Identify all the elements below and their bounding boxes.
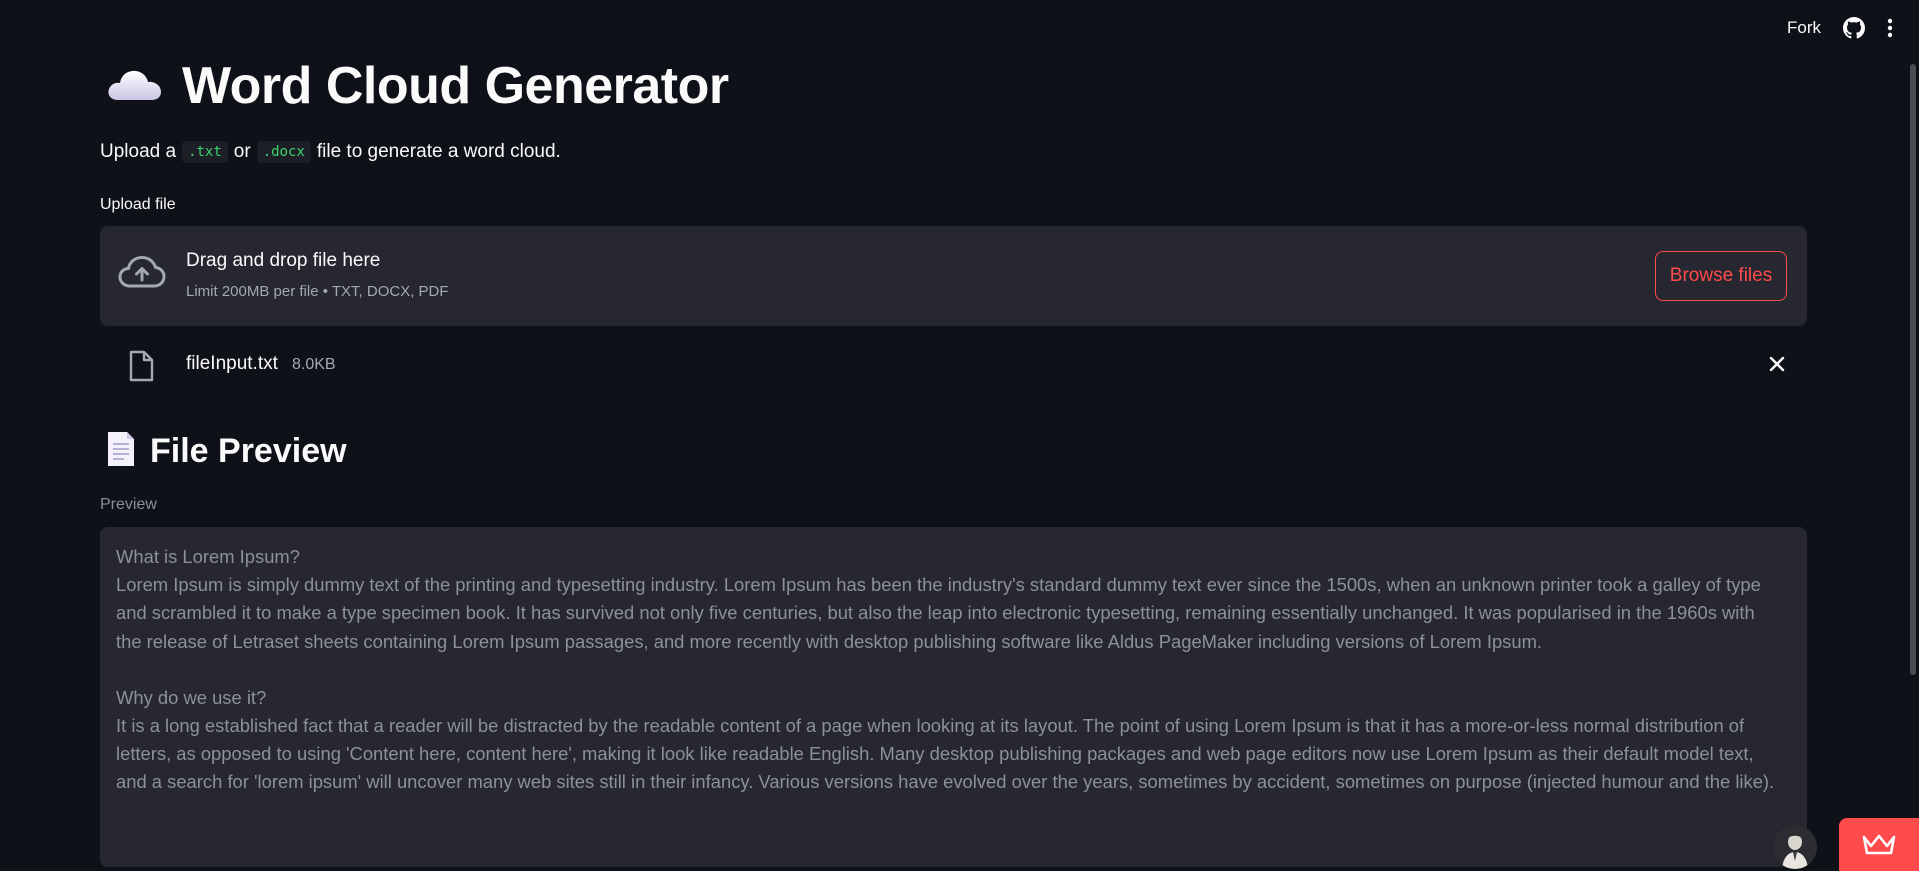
more-options-icon[interactable] — [1887, 18, 1893, 38]
page-title: Word Cloud Generator — [182, 57, 729, 115]
description-suffix: file to generate a word cloud. — [316, 141, 561, 162]
preview-section-header: File Preview — [106, 428, 347, 474]
cloud-icon — [106, 64, 164, 109]
preview-textarea[interactable]: What is Lorem Ipsum? Lorem Ipsum is simp… — [100, 527, 1807, 867]
dropzone-limit: Limit 200MB per file • TXT, DOCX, PDF — [186, 283, 449, 300]
streamlit-crown-icon[interactable] — [1839, 818, 1919, 871]
cloud-upload-icon — [118, 255, 166, 294]
avatar[interactable] — [1773, 825, 1817, 869]
close-icon[interactable] — [1769, 356, 1785, 377]
code-docx: .docx — [256, 141, 311, 163]
fork-button[interactable]: Fork — [1787, 18, 1821, 38]
github-icon[interactable] — [1843, 17, 1865, 39]
description-prefix: Upload a — [100, 141, 177, 162]
uploaded-file-row: fileInput.txt 8.0KB — [100, 346, 1807, 384]
section-title: File Preview — [150, 431, 347, 470]
page-icon — [106, 430, 136, 473]
upload-label: Upload file — [100, 196, 176, 213]
file-dropzone[interactable]: Drag and drop file here Limit 200MB per … — [100, 226, 1807, 326]
description-middle: or — [233, 141, 251, 162]
preview-paragraph: What is Lorem Ipsum? Lorem Ipsum is simp… — [116, 546, 1761, 652]
file-icon — [128, 350, 154, 387]
uploaded-file-size: 8.0KB — [292, 356, 336, 373]
uploaded-file-name: fileInput.txt — [186, 353, 278, 374]
page-scrollbar[interactable] — [1910, 64, 1916, 675]
page-header: Word Cloud Generator — [106, 56, 729, 116]
browse-files-button[interactable]: Browse files — [1655, 251, 1787, 301]
preview-label: Preview — [100, 496, 157, 513]
code-txt: .txt — [182, 141, 228, 163]
preview-paragraph: Why do we use it? It is a long establish… — [116, 686, 1775, 793]
header-toolbar: Fork — [1787, 14, 1893, 42]
page-description: Upload a .txt or .docx file to generate … — [100, 141, 561, 163]
dropzone-title: Drag and drop file here — [186, 250, 381, 271]
